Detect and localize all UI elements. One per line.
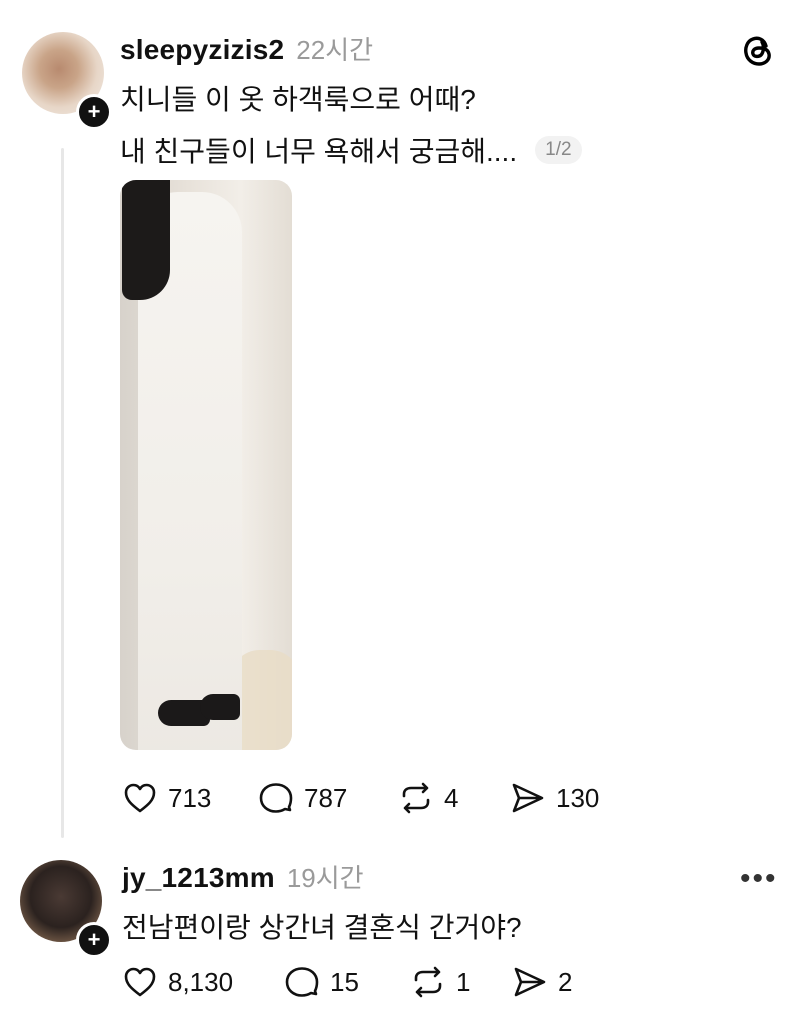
like-count: 713 bbox=[168, 782, 212, 813]
comment-icon bbox=[285, 967, 319, 997]
share-count: 130 bbox=[556, 782, 600, 813]
more-icon[interactable]: ••• bbox=[740, 862, 778, 896]
share-button[interactable]: 2 bbox=[512, 964, 572, 1000]
thread-line bbox=[61, 148, 64, 838]
username[interactable]: sleepyzizis2 bbox=[120, 34, 284, 66]
repost-button[interactable]: 1 bbox=[410, 964, 470, 1000]
comment-button[interactable]: 787 bbox=[258, 780, 347, 816]
share-button[interactable]: 130 bbox=[510, 780, 599, 816]
repost-icon bbox=[414, 966, 442, 998]
repost-count: 4 bbox=[444, 782, 459, 813]
follow-plus-button[interactable]: + bbox=[76, 922, 112, 958]
post-text-line-1: 치니들 이 옷 하객룩으로 어때? bbox=[120, 84, 476, 115]
send-icon bbox=[514, 967, 546, 997]
repost-button[interactable]: 4 bbox=[398, 780, 458, 816]
username[interactable]: jy_1213mm bbox=[122, 862, 275, 894]
post-text-row-2: 내 친구들이 너무 욕해서 궁금해.... 1/2 bbox=[120, 130, 582, 170]
post-image[interactable] bbox=[120, 180, 292, 750]
comment-button[interactable]: 15 bbox=[284, 964, 359, 1000]
like-button[interactable]: 8,130 bbox=[122, 964, 233, 1000]
comment-count: 15 bbox=[330, 966, 359, 997]
page-indicator: 1/2 bbox=[535, 136, 582, 164]
heart-icon bbox=[124, 967, 156, 997]
timestamp: 22시간 bbox=[296, 35, 374, 65]
send-icon bbox=[512, 783, 544, 813]
reply-header: jy_1213mm 19시간 bbox=[122, 858, 364, 895]
follow-plus-button[interactable]: + bbox=[76, 94, 112, 130]
post-text-line-2: 내 친구들이 너무 욕해서 궁금해.... bbox=[120, 136, 518, 167]
comment-icon bbox=[259, 783, 293, 813]
comment-count: 787 bbox=[304, 782, 348, 813]
post-header: sleepyzizis2 22시간 bbox=[120, 30, 373, 67]
timestamp: 19시간 bbox=[286, 863, 364, 893]
share-count: 2 bbox=[558, 966, 573, 997]
reply-text: 전남편이랑 상간녀 결혼식 간거야? bbox=[122, 912, 522, 943]
repost-icon bbox=[402, 782, 430, 814]
threads-icon[interactable] bbox=[738, 30, 778, 70]
like-button[interactable]: 713 bbox=[122, 780, 211, 816]
like-count: 8,130 bbox=[168, 966, 234, 997]
heart-icon bbox=[124, 783, 156, 813]
repost-count: 1 bbox=[456, 966, 471, 997]
